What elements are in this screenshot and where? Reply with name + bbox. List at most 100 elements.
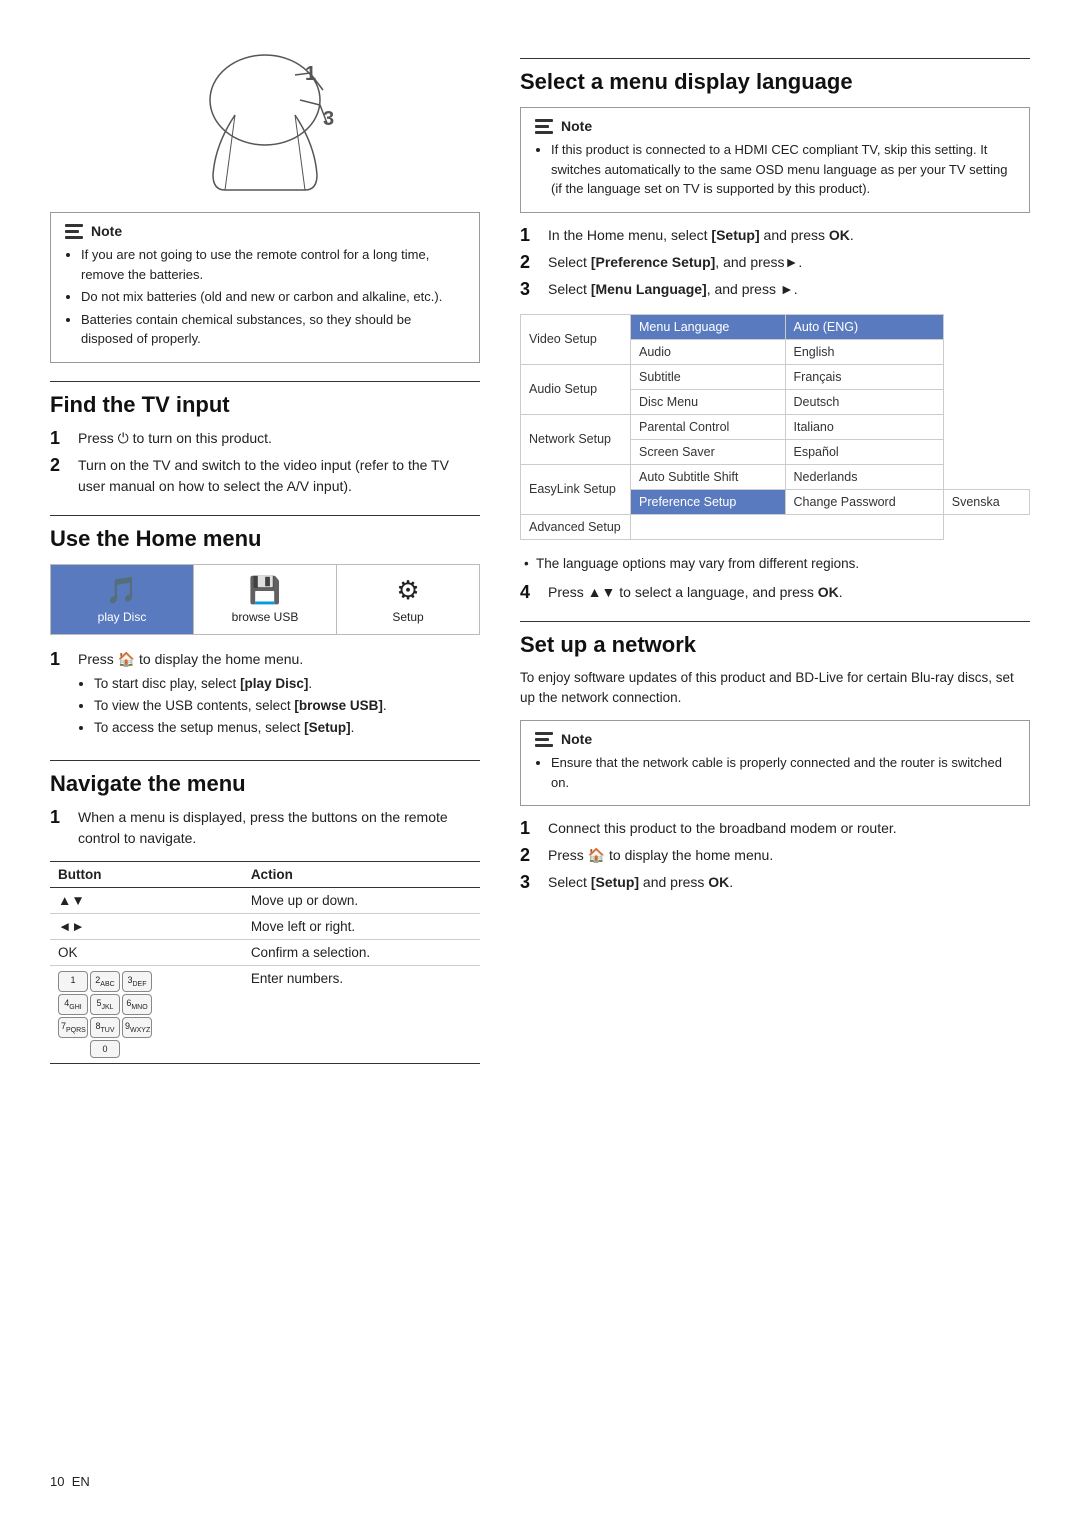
step-text: Press 🏠 to display the home menu. [548, 845, 773, 866]
step-text: Select [Preference Setup], and press►. [548, 252, 802, 273]
nav-action: Move up or down. [243, 888, 480, 914]
lang-francais: Français [785, 364, 943, 389]
step-num: 2 [50, 455, 70, 476]
divider-find-tv [50, 381, 480, 382]
step-num: 1 [520, 225, 540, 246]
nav-table-col2: Action [243, 862, 480, 888]
note-bullet-2: Do not mix batteries (old and new or car… [81, 287, 465, 307]
play-disc-icon: 🎵 [106, 575, 138, 606]
home-menu-browse-usb[interactable]: 💾 browse USB [194, 565, 337, 634]
step-num: 1 [520, 818, 540, 839]
lang-nederlands: Nederlands [785, 464, 943, 489]
note-bullets: If this product is connected to a HDMI C… [535, 140, 1015, 199]
step-num: 1 [50, 428, 70, 449]
table-row: EasyLink Setup Auto Subtitle Shift Neder… [521, 464, 1030, 489]
step-num: 3 [520, 279, 540, 300]
table-row: Audio Setup Subtitle Français [521, 364, 1030, 389]
menu-auto-subtitle: Auto Subtitle Shift [631, 464, 786, 489]
menu-lang: Menu Language [631, 314, 786, 339]
home-step1: 1 Press 🏠 to display the home menu. To s… [50, 649, 480, 743]
menu-change-pw: Change Password [785, 489, 943, 514]
key-4: 4GHI [58, 994, 88, 1015]
step-num: 2 [520, 845, 540, 866]
home-menu-play-disc[interactable]: 🎵 play Disc [51, 565, 194, 634]
table-row: Network Setup Parental Control Italiano [521, 414, 1030, 439]
menu-screen-saver: Screen Saver [631, 439, 786, 464]
network-step1: 1 Connect this product to the broadband … [520, 818, 1030, 839]
lang-auto: Auto (ENG) [785, 314, 943, 339]
numpad-grid: 1 2ABC 3DEF 4GHI 5JKL 6MNO 7PQRS 8TUV 9W… [58, 971, 152, 1057]
lang-espanol: Español [785, 439, 943, 464]
note-icon [65, 224, 83, 239]
step-num: 4 [520, 582, 540, 603]
network-step3: 3 Select [Setup] and press OK. [520, 872, 1030, 893]
find-tv-step1: 1 Press ⏻ to turn on this product. [50, 428, 480, 449]
step-text: Select [Menu Language], and press ►. [548, 279, 798, 300]
step-num: 2 [520, 252, 540, 273]
lang-italiano: Italiano [785, 414, 943, 439]
network-title: Set up a network [520, 632, 1030, 658]
lang-svenska: Svenska [943, 489, 1029, 514]
navigate-title: Navigate the menu [50, 771, 480, 797]
setup-network: Network Setup [521, 414, 631, 464]
step-num: 3 [520, 872, 540, 893]
key-0: 0 [90, 1040, 120, 1058]
lang-step1: 1 In the Home menu, select [Setup] and p… [520, 225, 1030, 246]
step-num: 1 [50, 807, 70, 828]
step-text: In the Home menu, select [Setup] and pre… [548, 225, 854, 246]
key-7: 7PQRS [58, 1017, 88, 1038]
note-label: Note [561, 731, 592, 747]
network-step2: 2 Press 🏠 to display the home menu. [520, 845, 1030, 866]
find-tv-step2: 2 Turn on the TV and switch to the video… [50, 455, 480, 497]
step-num: 1 [50, 649, 70, 670]
play-disc-label: play Disc [98, 610, 147, 624]
step-text: When a menu is displayed, press the butt… [78, 807, 480, 849]
key-5: 5JKL [90, 994, 120, 1015]
lang-step2: 2 Select [Preference Setup], and press►. [520, 252, 1030, 273]
key-1: 1 [58, 971, 88, 992]
table-row: 1 2ABC 3DEF 4GHI 5JKL 6MNO 7PQRS 8TUV 9W… [50, 966, 480, 1063]
key-3: 3DEF [122, 971, 152, 992]
lang-bullet: The language options may vary from diffe… [520, 554, 1030, 574]
home-menu-row: 🎵 play Disc 💾 browse USB ⚙ Setup [50, 564, 480, 635]
step-text: Turn on the TV and switch to the video i… [78, 455, 480, 497]
note-icon [535, 732, 553, 747]
table-row: Advanced Setup [521, 514, 1030, 539]
home-step1-sub: To start disc play, select [play Disc]. … [78, 674, 387, 739]
note-bullet-1: Ensure that the network cable is properl… [551, 753, 1015, 792]
navigate-step1: 1 When a menu is displayed, press the bu… [50, 807, 480, 849]
home-menu-setup[interactable]: ⚙ Setup [337, 565, 479, 634]
remote-note-box: Note If you are not going to use the rem… [50, 212, 480, 363]
nav-action: Enter numbers. [243, 966, 480, 1063]
note-bullets: If you are not going to use the remote c… [65, 245, 465, 349]
find-tv-title: Find the TV input [50, 392, 480, 418]
step-text: Press ⏻ to turn on this product. [78, 428, 272, 449]
nav-action: Move left or right. [243, 914, 480, 940]
sub-bullet-1: To start disc play, select [play Disc]. [94, 674, 387, 694]
nav-button: ▲▼ [50, 888, 243, 914]
table-row: OK Confirm a selection. [50, 940, 480, 966]
browse-usb-icon: 💾 [249, 575, 281, 606]
note-header: Note [535, 118, 1015, 134]
setup-icon: ⚙ [396, 575, 419, 606]
divider-network [520, 621, 1030, 622]
lang-step4: 4 Press ▲▼ to select a language, and pre… [520, 582, 1030, 603]
home-menu-title: Use the Home menu [50, 526, 480, 552]
note-bullet-1: If you are not going to use the remote c… [81, 245, 465, 284]
note-header: Note [65, 223, 465, 239]
menu-parental: Parental Control [631, 414, 786, 439]
key-8: 8TUV [90, 1017, 120, 1038]
setup-preference-selected: Preference Setup [631, 489, 786, 514]
lang-english: English [785, 339, 943, 364]
nav-button: OK [50, 940, 243, 966]
setup-easylink: EasyLink Setup [521, 464, 631, 514]
menu-subtitle: Subtitle [631, 364, 786, 389]
key-6: 6MNO [122, 994, 152, 1015]
select-lang-title: Select a menu display language [520, 69, 1030, 95]
select-lang-note-box: Note If this product is connected to a H… [520, 107, 1030, 213]
key-9: 9WXYZ [122, 1017, 152, 1038]
note-bullet-1: If this product is connected to a HDMI C… [551, 140, 1015, 199]
left-column: 1 3 Note If you are not going to use the… [50, 40, 480, 1489]
setup-advanced: Advanced Setup [521, 514, 631, 539]
step-text: Connect this product to the broadband mo… [548, 818, 897, 839]
